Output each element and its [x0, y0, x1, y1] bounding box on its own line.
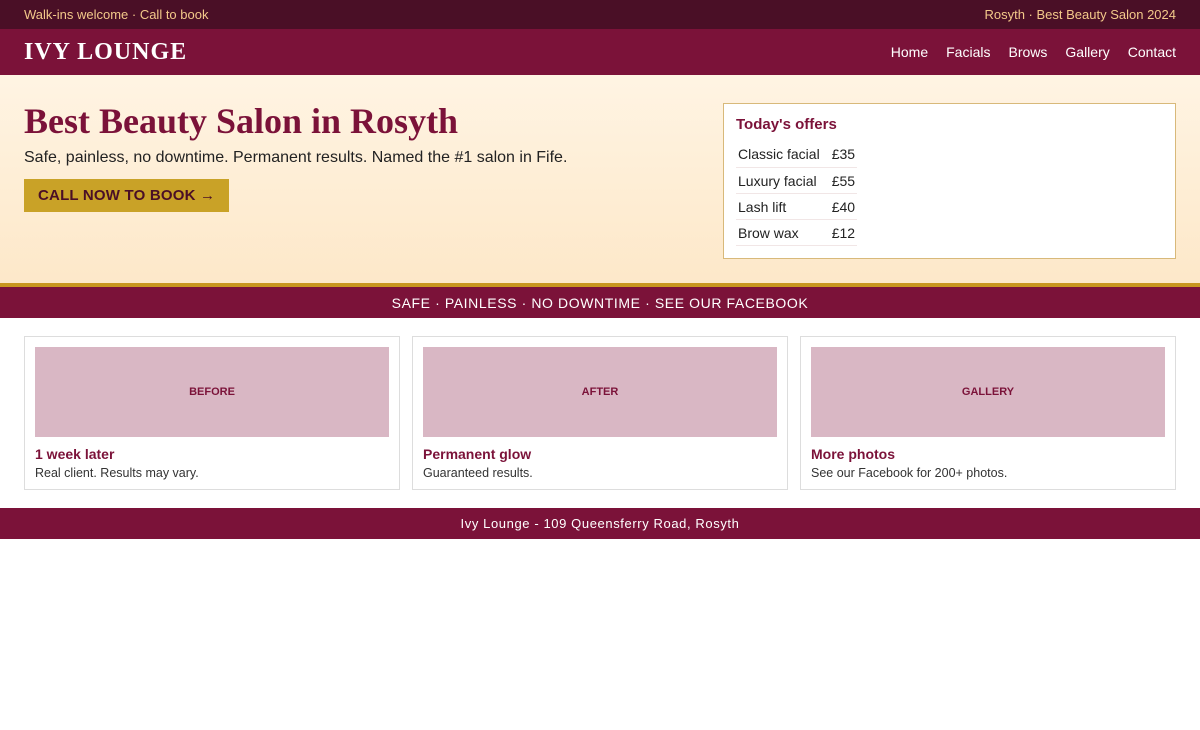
- promo-strip-text: SAFE · PAINLESS · NO DOWNTIME · SEE OUR …: [391, 294, 809, 311]
- main-nav: Home Facials Brows Gallery Contact: [891, 44, 1176, 60]
- card-before: BEFORE 1 week later Real client. Results…: [24, 336, 400, 490]
- offer-name: Brow wax: [736, 219, 830, 246]
- offer-price: £55: [829, 167, 858, 194]
- site-header: IVY LOUNGE Home Facials Brows Gallery Co…: [0, 29, 1200, 75]
- topbar-left-text: Walk-ins welcome · Call to book: [24, 7, 209, 22]
- offer-row: Lash lift £40: [736, 193, 858, 220]
- nav-gallery[interactable]: Gallery: [1065, 44, 1109, 60]
- card-after: AFTER Permanent glow Guaranteed results.: [412, 336, 788, 490]
- site-footer: Ivy Lounge - 109 Queensferry Road, Rosyt…: [0, 508, 1200, 539]
- card-image-placeholder: AFTER: [423, 347, 777, 437]
- offer-name: Luxury facial: [736, 167, 830, 194]
- hero-content: Best Beauty Salon in Rosyth Safe, painle…: [24, 103, 567, 283]
- card-text: Real client. Results may vary.: [35, 466, 199, 480]
- footer-address: Ivy Lounge - 109 Queensferry Road, Rosyt…: [460, 516, 740, 531]
- nav-contact[interactable]: Contact: [1128, 44, 1176, 60]
- card-title: More photos: [811, 446, 895, 462]
- nav-home[interactable]: Home: [891, 44, 928, 60]
- card-title: 1 week later: [35, 446, 115, 462]
- promo-strip: SAFE · PAINLESS · NO DOWNTIME · SEE OUR …: [0, 287, 1200, 318]
- topbar-right-text: Rosyth · Best Beauty Salon 2024: [984, 7, 1176, 22]
- offers-title: Today's offers: [736, 116, 837, 133]
- card-title: Permanent glow: [423, 446, 532, 462]
- card-image-placeholder: GALLERY: [811, 347, 1165, 437]
- offers-panel: Today's offers Classic facial £35 Luxury…: [723, 103, 1176, 259]
- card-text: Guaranteed results.: [423, 466, 533, 480]
- offer-price: £35: [829, 141, 858, 168]
- offer-price: £12: [829, 219, 858, 246]
- cards-section: BEFORE 1 week later Real client. Results…: [0, 318, 1200, 508]
- hero-section: Best Beauty Salon in Rosyth Safe, painle…: [0, 75, 1200, 287]
- nav-brows[interactable]: Brows: [1008, 44, 1047, 60]
- call-to-book-button[interactable]: CALL NOW TO BOOK →: [24, 179, 230, 212]
- offer-row: Classic facial £35: [736, 141, 858, 168]
- nav-facials[interactable]: Facials: [946, 44, 990, 60]
- card-image-label: GALLERY: [961, 386, 1015, 398]
- top-bar: Walk-ins welcome · Call to book Rosyth ·…: [0, 0, 1200, 29]
- hero-subtitle: Safe, painless, no downtime. Permanent r…: [24, 149, 568, 166]
- offer-row: Brow wax £12: [736, 219, 858, 246]
- card-text: See our Facebook for 200+ photos.: [811, 466, 1008, 480]
- card-image-placeholder: BEFORE: [35, 347, 389, 437]
- offer-name: Classic facial: [736, 141, 830, 168]
- offer-row: Luxury facial £55: [736, 167, 858, 194]
- card-image-label: AFTER: [581, 386, 619, 398]
- card-image-label: BEFORE: [189, 386, 235, 398]
- offer-name: Lash lift: [736, 193, 830, 220]
- hero-title: Best Beauty Salon in Rosyth: [24, 101, 459, 141]
- card-gallery: GALLERY More photos See our Facebook for…: [800, 336, 1176, 490]
- offers-table: Classic facial £35 Luxury facial £55 Las…: [736, 141, 858, 246]
- logo[interactable]: IVY LOUNGE: [24, 39, 187, 66]
- offer-price: £40: [829, 193, 858, 220]
